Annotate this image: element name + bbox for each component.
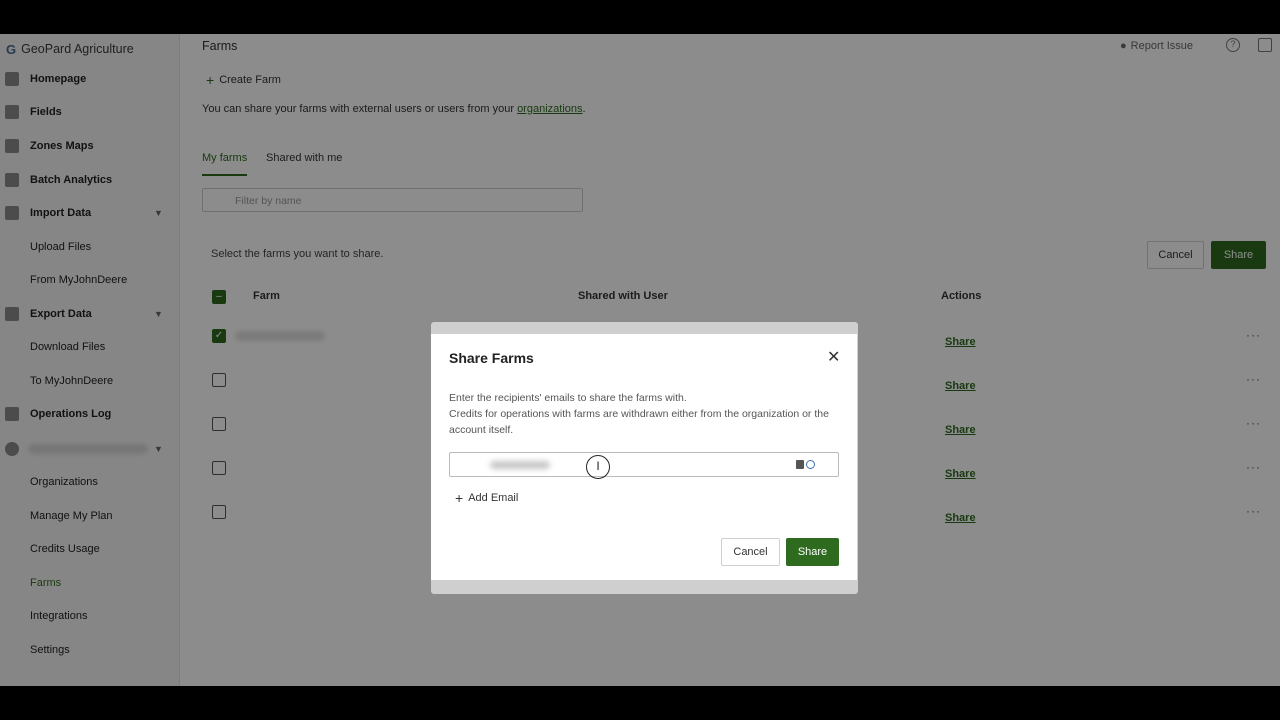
email-field[interactable]: I (449, 452, 839, 479)
plus-icon: + (455, 490, 464, 506)
app-window: G GeoPard Agriculture Homepage Fields Zo… (0, 34, 1280, 686)
dialog-cancel-button[interactable]: Cancel (721, 538, 780, 566)
text-cursor-icon: I (586, 455, 610, 479)
dialog-share-button[interactable]: Share (786, 538, 839, 566)
dialog-title: Share Farms (449, 350, 534, 366)
password-manager-icon[interactable] (796, 460, 816, 470)
add-email-button[interactable]: + Add Email (455, 490, 518, 506)
close-icon[interactable]: ✕ (827, 350, 840, 366)
dialog-description: Enter the recipients' emails to share th… (449, 392, 829, 436)
share-farms-dialog: Share Farms ✕ Enter the recipients' emai… (431, 334, 857, 580)
email-value-redacted (490, 461, 550, 469)
